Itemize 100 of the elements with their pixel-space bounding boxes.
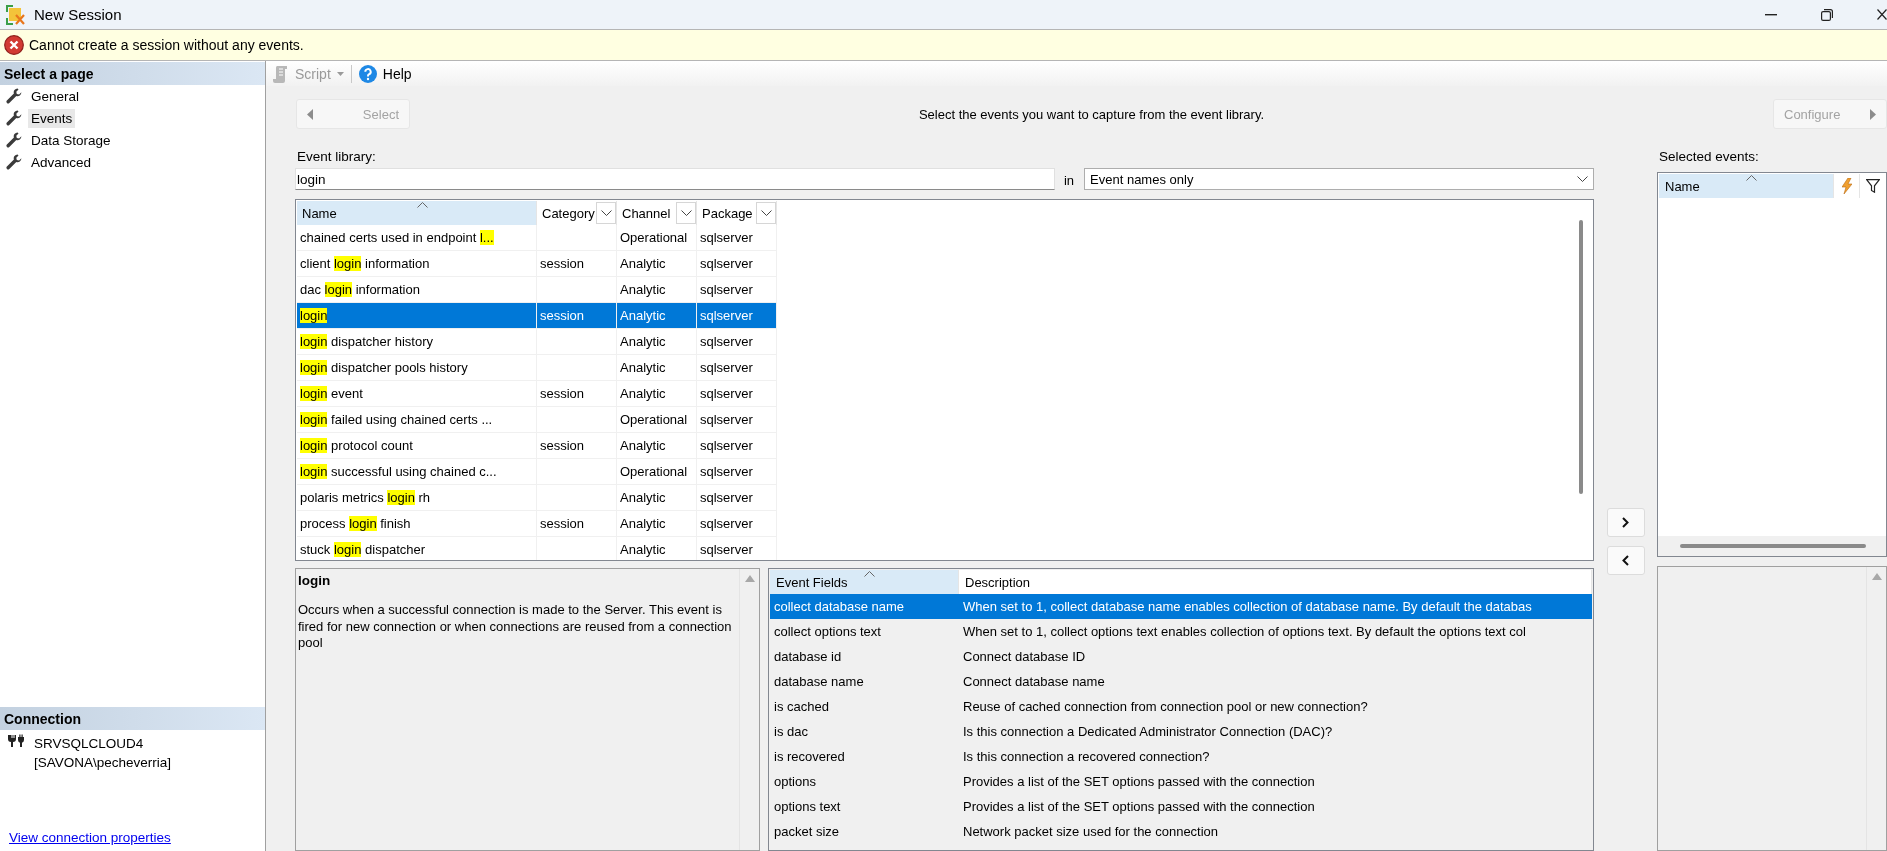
user-name: [SAVONA\pecheverria] (34, 754, 172, 772)
table-cell: session (537, 251, 617, 276)
scroll-icon (273, 64, 289, 83)
table-row[interactable]: login protocol count session Analytic sqlserver (297, 433, 777, 459)
table-cell-text: database id (773, 648, 843, 666)
scope-dropdown[interactable]: Event names only (1084, 168, 1594, 190)
table-cell: login event (297, 381, 537, 406)
table-cell: login failed using chained certs ... (297, 407, 537, 432)
wrench-icon (6, 154, 22, 170)
table-row[interactable]: login event session Analytic sqlserver (297, 381, 777, 407)
table-cell: client login information (297, 251, 537, 276)
filter-dropdown-button[interactable] (756, 202, 776, 224)
table-cell-text: Provides a list of the SET options passed with the connection (962, 798, 1316, 816)
table-row[interactable]: process login finish session Analytic sqlserver (297, 511, 777, 537)
table-row[interactable]: is dac Is this connection a Dedicated Administrator Connection (DAC)? (770, 719, 1592, 744)
table-row[interactable]: packet size Network packet size used for the connection (770, 819, 1592, 844)
table-cell: Analytic (617, 355, 697, 380)
table-row[interactable]: stuck login dispatcher Analytic sqlserver (297, 537, 777, 560)
table-row[interactable]: login failed using chained certs ... Operational sqlserver (297, 407, 777, 433)
table-cell-text: When set to 1, collect options text enables collection of options text. By default the options text col (962, 623, 1527, 641)
table-row[interactable]: chained certs used in endpoint l... Operational sqlserver (297, 225, 777, 251)
app-icon (6, 4, 26, 25)
scroll-up-icon[interactable] (744, 575, 755, 582)
event-title: login (298, 573, 332, 588)
table-cell: login (297, 303, 537, 328)
table-row[interactable]: login successful using chained c... Operational sqlserver (297, 459, 777, 485)
table-cell: sqlserver (697, 537, 777, 560)
table-row[interactable]: database name Connect database name (770, 669, 1592, 694)
scrollbar-thumb[interactable] (1579, 220, 1583, 494)
server-name: SRVSQLCLOUD4 (34, 735, 145, 753)
table-cell: sqlserver (697, 511, 777, 536)
event-description: Occurs when a successful connection is made to the Server. This event is fired for new connection or when connections are reused from a connection pool (298, 602, 733, 652)
table-cell-text: Reuse of cached connection from connection pool or new connection? (962, 698, 1369, 716)
table-row[interactable]: polaris metrics login rh Analytic sqlserver (297, 485, 777, 511)
minimize-icon[interactable] (1765, 13, 1777, 16)
field-label: Selected events: (1658, 148, 1759, 164)
table-cell: sqlserver (697, 459, 777, 484)
table-row[interactable]: collect options text When set to 1, collect options text enables collection of options text. By default the options text col (770, 619, 1592, 644)
scrollbar-thumb[interactable] (1680, 544, 1866, 548)
scroll-up-icon[interactable] (1871, 573, 1882, 580)
table-row[interactable]: login dispatcher history Analytic sqlserver (297, 329, 777, 355)
table-cell-text: Is this connection a recovered connection? (962, 748, 1211, 766)
sidebar-item[interactable]: Data Storage (28, 130, 114, 150)
table-row[interactable]: collect database name When set to 1, collect database name enables collection of database name. By default the databas (770, 594, 1592, 619)
table-cell-text: is recovered (773, 748, 846, 766)
table-cell: login dispatcher pools history (297, 355, 537, 380)
triangle-right-icon (1870, 108, 1876, 120)
sort-caret-icon (416, 202, 428, 208)
table-cell: Analytic (617, 381, 697, 406)
filter-dropdown-button[interactable] (676, 202, 696, 224)
restore-icon[interactable] (1821, 8, 1833, 21)
table-cell: Operational (617, 225, 697, 250)
help-button[interactable]: Help (355, 62, 415, 85)
table-row[interactable]: dac login information Analytic sqlserver (297, 277, 777, 303)
table-cell-text: is cached (773, 698, 830, 716)
sidebar-item[interactable]: Advanced (28, 152, 95, 172)
search-field[interactable]: login (295, 168, 1055, 190)
filter-icon[interactable] (1865, 179, 1880, 193)
table-cell: chained certs used in endpoint l... (297, 225, 537, 250)
table-row[interactable]: is cached Reuse of cached connection from connection pool or new connection? (770, 694, 1592, 719)
table-cell-text: Connect database name (962, 673, 1106, 691)
table-cell: session (537, 381, 617, 406)
sidebar-item[interactable]: General (28, 86, 83, 106)
sidebar-item[interactable]: Events (28, 108, 76, 128)
table-cell: sqlserver (697, 303, 777, 328)
filter-dropdown-button[interactable] (596, 202, 616, 224)
table-cell: sqlserver (697, 407, 777, 432)
table-cell: Analytic (617, 485, 697, 510)
table-row[interactable]: is recovered Is this connection a recovered connection? (770, 744, 1592, 769)
column-header[interactable]: Name (297, 201, 537, 225)
table-cell-text: options (773, 773, 817, 791)
wrench-icon (6, 110, 22, 126)
chevron-down-icon (680, 210, 692, 216)
caret-icon (336, 71, 344, 76)
lightning-icon (1841, 178, 1852, 194)
table-cell: Analytic (617, 251, 697, 276)
column-header[interactable]: Event Fields (770, 570, 959, 594)
sort-caret-icon (1746, 175, 1757, 181)
table-cell-text: Network packet size used for the connection (962, 823, 1220, 841)
chevron-down-icon (1577, 176, 1588, 182)
add-event-button[interactable] (1606, 508, 1645, 537)
connection-properties-link[interactable]: View connection properties (9, 830, 171, 845)
connection-heading: Connection (0, 707, 265, 730)
sidebar-heading: Select a page (0, 62, 265, 85)
help-icon (358, 64, 377, 83)
table-cell: Analytic (617, 329, 697, 354)
table-row[interactable]: options text Provides a list of the SET options passed with the connection (770, 794, 1592, 819)
remove-event-button[interactable] (1606, 546, 1645, 575)
column-header[interactable]: Name (1659, 174, 1833, 198)
table-cell: session (537, 511, 617, 536)
close-icon[interactable] (1877, 9, 1887, 20)
table-row[interactable]: database id Connect database ID (770, 644, 1592, 669)
table-cell: dac login information (297, 277, 537, 302)
table-row[interactable]: login session Analytic sqlserver (297, 303, 777, 329)
table-row[interactable]: login dispatcher pools history Analytic sqlserver (297, 355, 777, 381)
table-row[interactable]: options Provides a list of the SET options passed with the connection (770, 769, 1592, 794)
table-cell: sqlserver (697, 225, 777, 250)
table-cell: stuck login dispatcher (297, 537, 537, 560)
table-cell-text: When set to 1, collect database name enables collection of database name. By default the databas (962, 598, 1533, 616)
table-row[interactable]: client login information session Analytic sqlserver (297, 251, 777, 277)
